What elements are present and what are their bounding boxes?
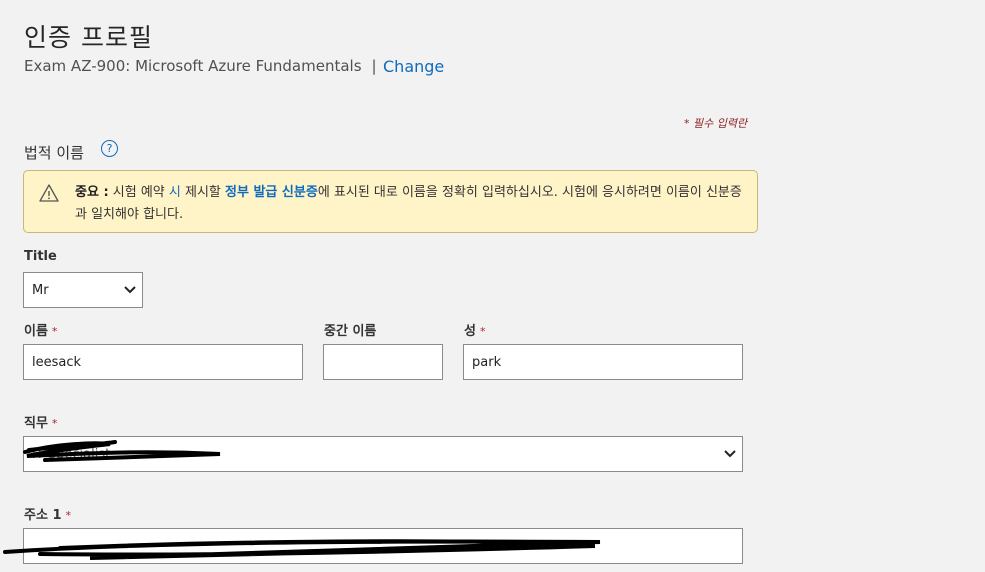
first-name-value: leesack bbox=[32, 354, 82, 370]
job-select-value: IT Specialist bbox=[32, 446, 111, 462]
help-icon[interactable]: ? bbox=[101, 140, 118, 157]
notice-link-id[interactable]: 정부 발급 신분증 bbox=[225, 185, 318, 200]
legal-name-label: 법적 이름 bbox=[24, 144, 84, 162]
required-mark: * bbox=[65, 509, 72, 522]
notice-strong: 중요 : bbox=[75, 185, 109, 200]
chevron-down-icon bbox=[124, 286, 136, 294]
chevron-down-icon bbox=[724, 450, 736, 458]
first-name-label-wrap: 이름 * bbox=[24, 320, 57, 339]
first-name-input[interactable]: leesack bbox=[23, 344, 303, 380]
notice-text-2: 제시할 bbox=[180, 185, 226, 200]
address-input[interactable] bbox=[23, 528, 743, 564]
important-notice: 중요 : 시험 예약 시 제시할 정부 발급 신분증에 표시된 대로 이름을 정… bbox=[23, 170, 758, 233]
middle-name-label: 중간 이름 bbox=[324, 324, 377, 339]
job-label: 직무 bbox=[24, 416, 48, 431]
separator: | bbox=[371, 57, 377, 75]
job-select[interactable]: IT Specialist bbox=[23, 436, 743, 472]
change-exam-link[interactable]: Change bbox=[383, 57, 444, 76]
last-name-label-wrap: 성 * bbox=[464, 320, 485, 339]
notice-link-1[interactable]: 시 bbox=[169, 185, 181, 200]
required-mark: * bbox=[479, 325, 486, 338]
address-label: 주소 1 bbox=[24, 508, 62, 523]
title-label: Title bbox=[24, 249, 57, 264]
required-mark: * bbox=[51, 325, 58, 338]
title-select[interactable]: Mr bbox=[23, 272, 143, 308]
job-label-wrap: 직무 * bbox=[24, 412, 57, 431]
title-select-value: Mr bbox=[32, 282, 49, 298]
warning-icon bbox=[39, 184, 59, 202]
middle-name-input[interactable] bbox=[323, 344, 443, 380]
notice-text-1: 시험 예약 bbox=[108, 185, 169, 200]
first-name-label: 이름 bbox=[24, 324, 48, 339]
last-name-label: 성 bbox=[464, 324, 476, 339]
required-mark: * bbox=[51, 417, 58, 430]
exam-name: Exam AZ-900: Microsoft Azure Fundamental… bbox=[24, 57, 377, 75]
required-note: * 필수 입력란 bbox=[684, 117, 748, 130]
last-name-input[interactable]: park bbox=[463, 344, 743, 380]
address-label-wrap: 주소 1 * bbox=[24, 504, 71, 523]
exam-name-text: Exam AZ-900: Microsoft Azure Fundamental… bbox=[24, 57, 362, 75]
page-title: 인증 프로필 bbox=[24, 23, 153, 52]
last-name-value: park bbox=[472, 354, 502, 370]
notice-text: 중요 : 시험 예약 시 제시할 정부 발급 신분증에 표시된 대로 이름을 정… bbox=[75, 182, 745, 226]
